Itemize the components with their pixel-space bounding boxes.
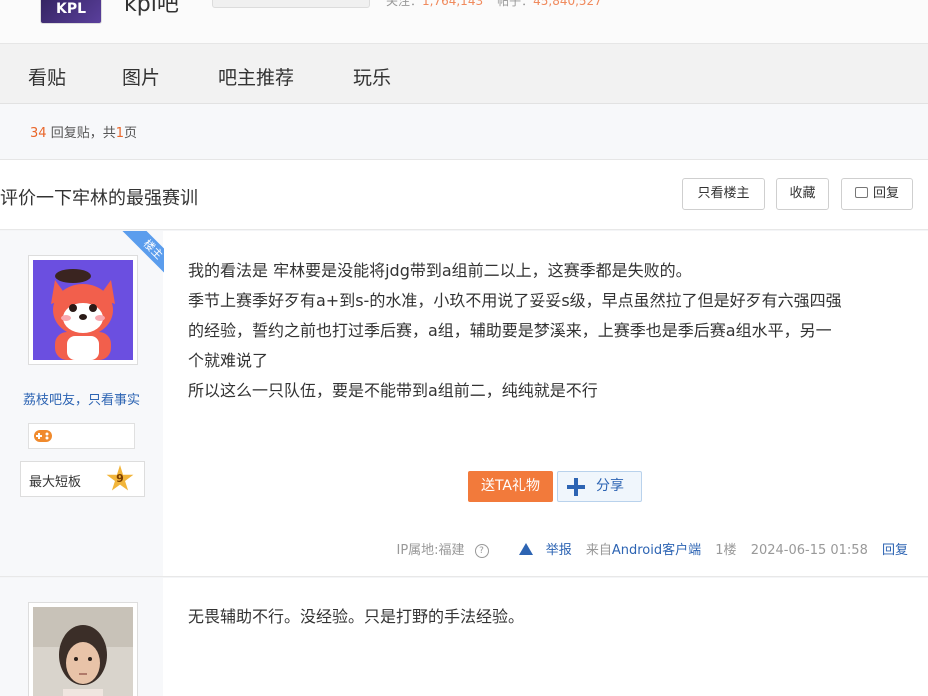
nav-item-images[interactable]: 图片 xyxy=(122,63,160,90)
level-name: 最大短板 xyxy=(29,475,82,490)
forum-name[interactable]: kpl吧 xyxy=(124,0,179,18)
thread-title-bar: 评价一下牢林的最强赛训 只看楼主 收藏 回复 xyxy=(0,160,928,230)
forum-nav: 看贴 图片 吧主推荐 玩乐 xyxy=(0,44,928,104)
post-floor-2: 无畏辅助不行。没经验。只是打野的手法经验。 xyxy=(0,578,928,696)
favorite-label: 收藏 xyxy=(789,186,816,201)
share-button[interactable]: 分享 xyxy=(557,471,642,502)
follow-count: 1,764,143 xyxy=(422,0,484,8)
reply-label: 回复 xyxy=(872,186,899,201)
post-floor-1: 荔枝吧友，只看事实 最大短板 9 楼主 我的看法是 牢林要是没能将jdg带到a组… xyxy=(0,231,928,577)
comment-icon xyxy=(854,187,868,198)
content-line: 季节上赛季好歹有a+到s-的水准，小玖不用说了妥妥s级，早点虽然拉了但是好歹有六… xyxy=(188,291,842,310)
content-line: 的经验，誓约之前也打过季后赛，a组，辅助要是梦溪来，上赛季也是季后赛a组水平，另… xyxy=(188,321,832,340)
client-source: 来自Android客户端 xyxy=(585,543,702,558)
badge-row xyxy=(28,423,135,449)
page-title: 评价一下牢林的最强赛训 xyxy=(0,188,198,209)
owner-tag: 楼主 xyxy=(122,231,164,275)
warning-icon xyxy=(518,543,533,555)
report-link[interactable]: 举报 xyxy=(509,543,572,558)
only-owner-label: 只看楼主 xyxy=(697,186,750,201)
nav-item-fun[interactable]: 玩乐 xyxy=(353,63,391,90)
floor-number: 1楼 xyxy=(715,543,737,558)
ip-location: IP属地:福建? xyxy=(386,543,489,558)
forum-logo[interactable]: KPL xyxy=(40,0,102,24)
author-panel: 荔枝吧友，只看事实 最大短板 9 xyxy=(0,231,163,576)
content-line: 个就难说了 xyxy=(188,351,269,370)
content-line: 我的看法是 牢林要是没能将jdg带到a组前二以上，这赛季都是失败的。 xyxy=(188,261,692,280)
reply-count-number: 34 xyxy=(30,126,47,141)
follow-label: 关注： xyxy=(386,0,423,8)
gamepad-icon xyxy=(34,430,52,442)
page-count-suffix: 页 xyxy=(123,126,137,141)
post-content: 无畏辅助不行。没经验。只是打野的手法经验。 xyxy=(188,602,908,632)
nav-item-recommended[interactable]: 吧主推荐 xyxy=(218,63,294,90)
owner-ribbon: 楼主 xyxy=(120,231,164,275)
send-gift-button[interactable]: 送TA礼物 xyxy=(468,471,553,502)
reply-button[interactable]: 回复 xyxy=(841,178,913,210)
plus-icon xyxy=(567,478,585,496)
forum-stats: 关注：1,764,143 帖子：45,840,527 xyxy=(386,0,616,9)
report-label: 举报 xyxy=(545,543,572,558)
red-panda-avatar-icon xyxy=(33,260,133,360)
posts-label: 帖子： xyxy=(497,0,534,8)
share-label: 分享 xyxy=(596,478,624,494)
reply-count-bar: 34 回复贴，共1页 xyxy=(0,104,928,160)
level-number: 9 xyxy=(116,472,124,485)
author-panel xyxy=(0,578,163,696)
post-meta: IP属地:福建? 举报 来自Android客户端 1楼 2024-06-15 0… xyxy=(376,539,908,558)
post-time: 2024-06-15 01:58 xyxy=(750,543,868,558)
content-line: 无畏辅助不行。没经验。只是打野的手法经验。 xyxy=(188,607,525,626)
ip-text: IP属地:福建 xyxy=(396,543,465,558)
client-link[interactable]: Android客户端 xyxy=(612,543,701,558)
question-icon[interactable]: ? xyxy=(474,544,489,558)
child-photo-avatar-icon xyxy=(33,607,133,696)
posts-count: 45,840,527 xyxy=(533,0,602,8)
reply-count: 34 回复贴，共1页 xyxy=(30,122,137,141)
username[interactable]: 荔枝吧友，只看事实 xyxy=(0,389,163,408)
forum-action-bar[interactable] xyxy=(212,0,370,8)
page-count-number: 1 xyxy=(115,126,124,141)
content-line: 所以这么一只队伍，要是不能带到a组前二，纯纯就是不行 xyxy=(188,381,598,400)
post-content: 我的看法是 牢林要是没能将jdg带到a组前二以上，这赛季都是失败的。 季节上赛季… xyxy=(188,256,908,406)
favorite-button[interactable]: 收藏 xyxy=(776,178,829,210)
reply-link[interactable]: 回复 xyxy=(882,543,908,558)
reply-count-suffix: 回复贴，共 xyxy=(50,126,116,141)
nav-item-posts[interactable]: 看贴 xyxy=(28,63,66,90)
level-box[interactable]: 最大短板 9 xyxy=(20,461,145,497)
forum-header: KPL kpl吧 关注：1,764,143 帖子：45,840,527 xyxy=(0,0,928,44)
only-owner-button[interactable]: 只看楼主 xyxy=(682,178,765,210)
avatar[interactable] xyxy=(28,602,138,696)
